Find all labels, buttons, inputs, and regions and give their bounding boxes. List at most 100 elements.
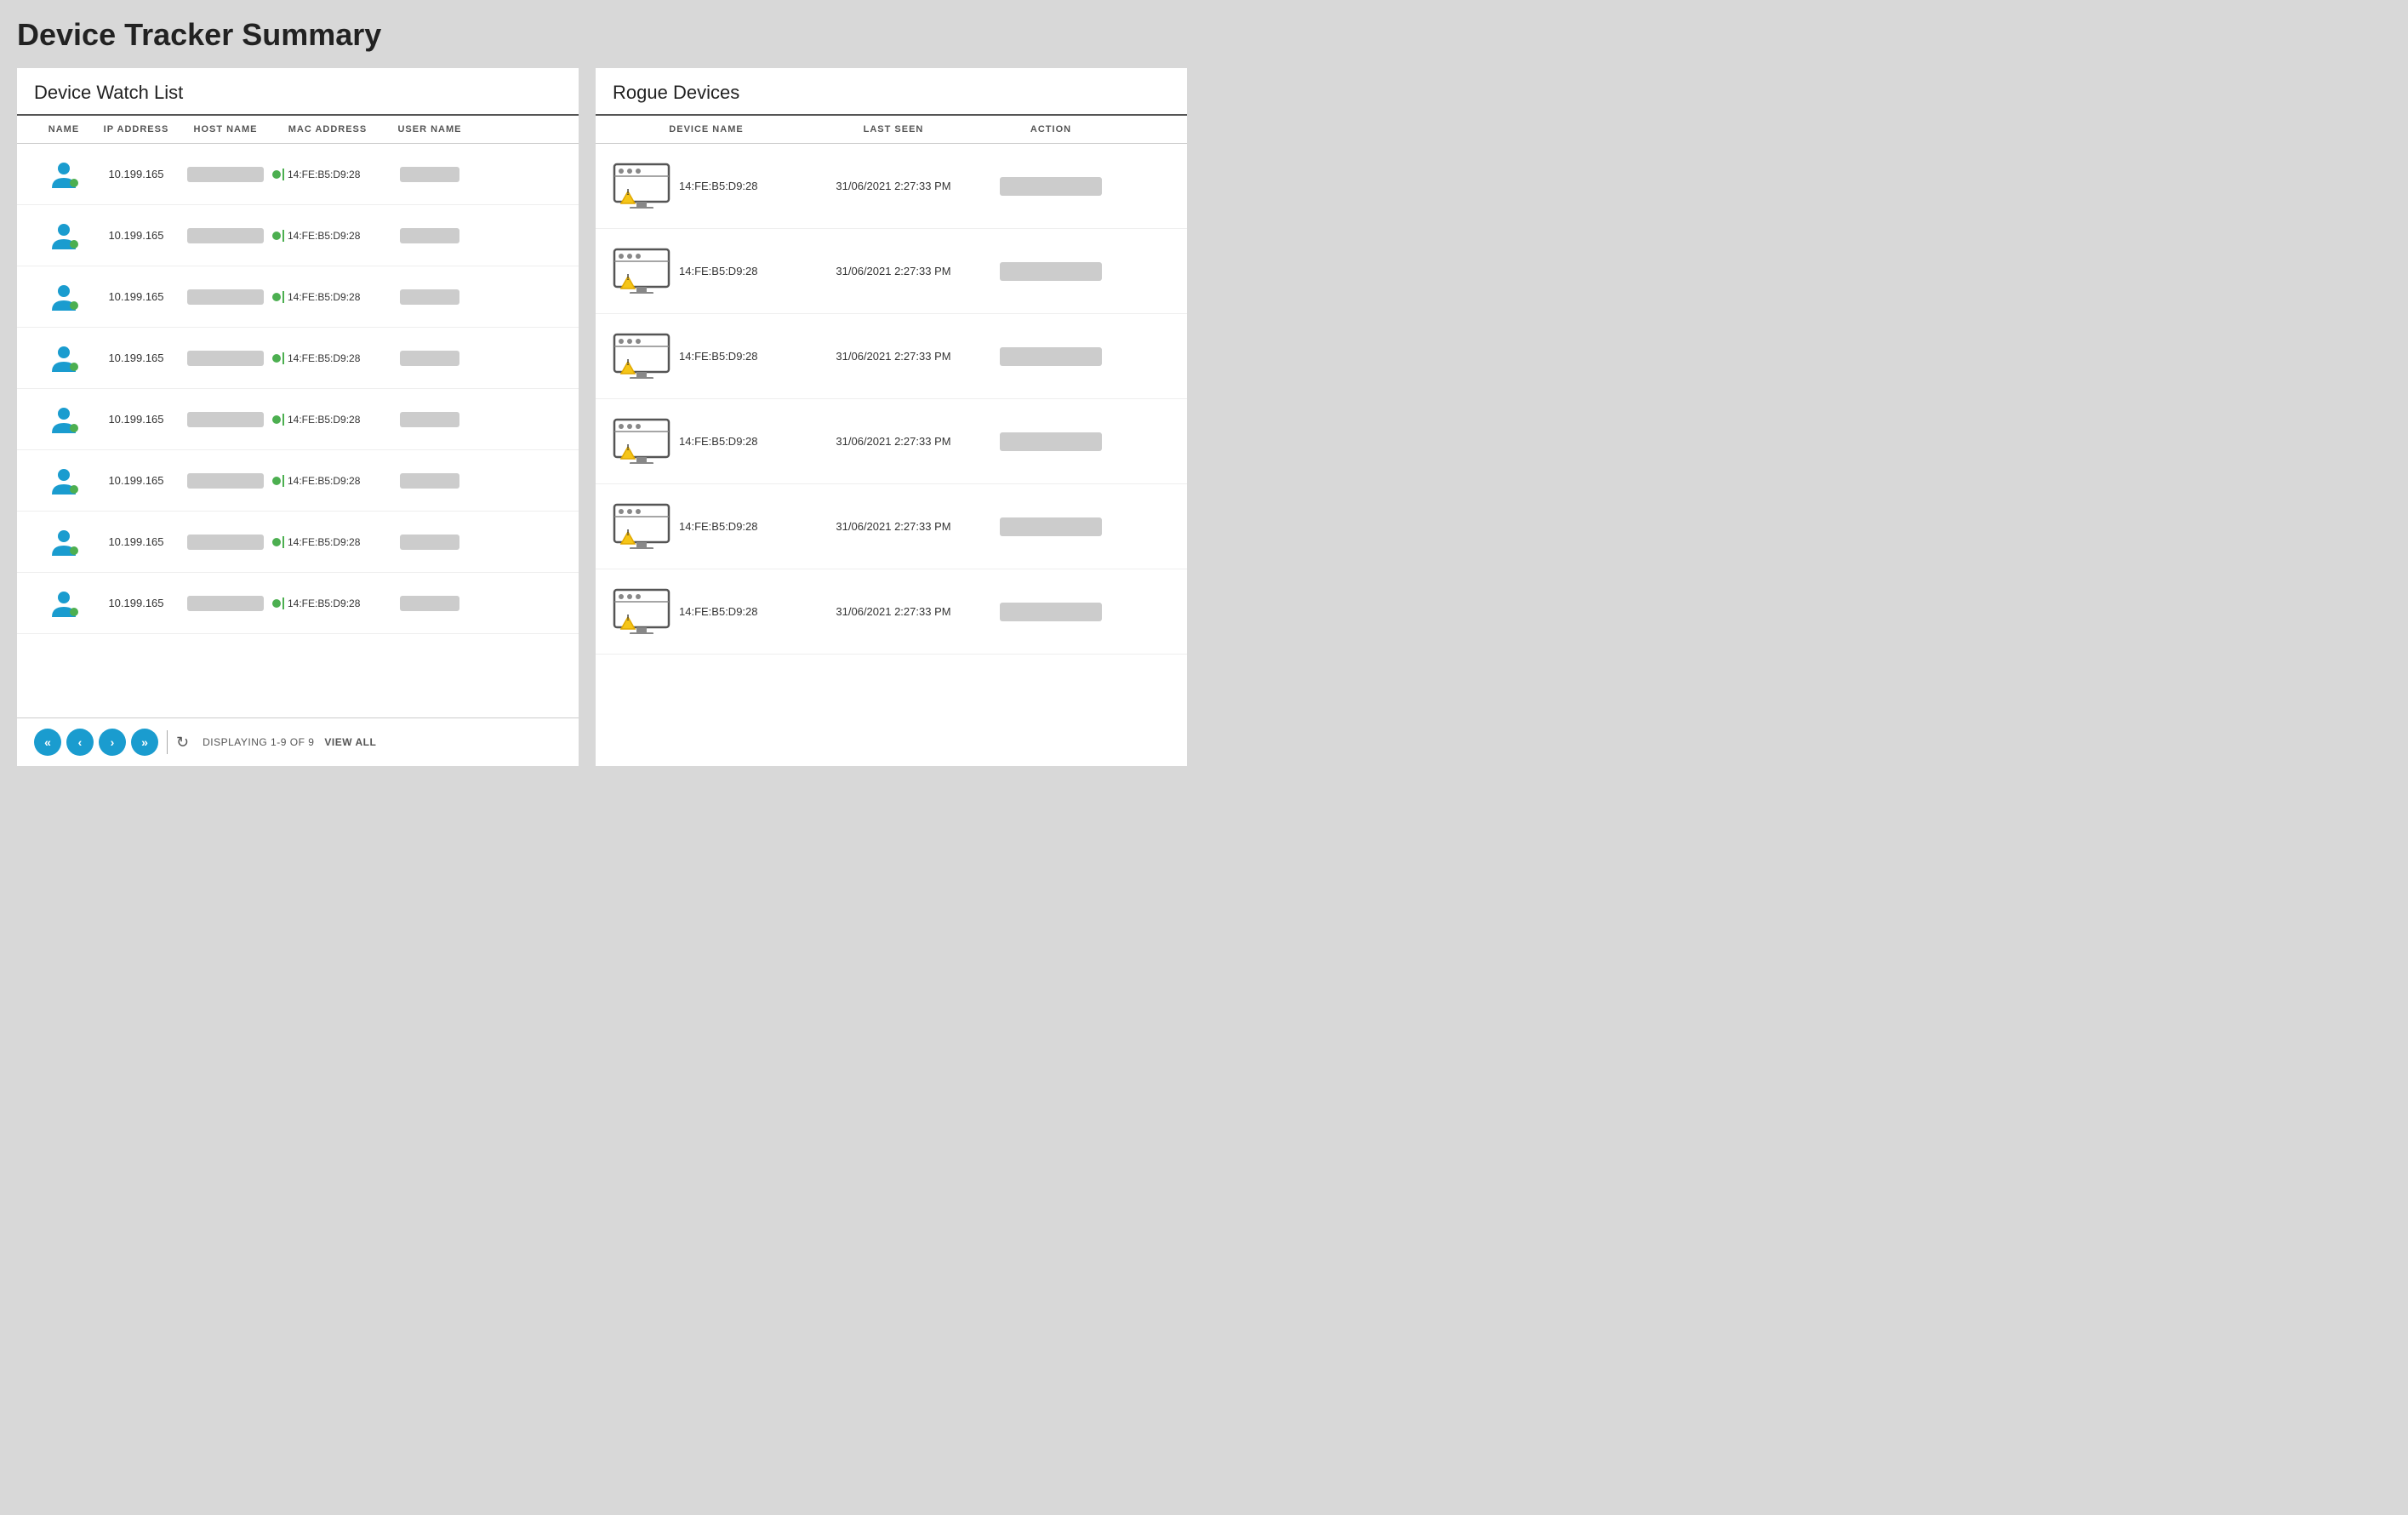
rogue-device-row: ! 14:FE:B5:D9:28 31/06/2021 2:27:33 PM [596,229,1187,314]
ip-address-cell: 10.199.165 [94,352,179,364]
page-title: Device Tracker Summary [17,17,1187,53]
action-cell [987,177,1115,196]
col-ip: IP ADDRESS [94,124,179,134]
monitor-icon: ! [613,248,670,295]
host-name-cell [179,535,272,550]
rogue-mac-text: 14:FE:B5:D9:28 [679,350,758,363]
host-name-cell [179,167,272,182]
rogue-mac-text: 14:FE:B5:D9:28 [679,180,758,192]
mac-address-cell: 14:FE:B5:D9:28 [272,169,383,180]
action-bar [1000,517,1102,536]
watch-list-header: NAME IP ADDRESS HOST NAME MAC ADDRESS US… [17,116,579,144]
user-name-cell [383,228,476,243]
host-name-cell [179,596,272,611]
ip-address-cell: 10.199.165 [94,597,179,609]
rogue-col-action: ACTION [987,124,1115,134]
last-seen-cell: 31/06/2021 2:27:33 PM [800,435,987,448]
user-icon [47,280,81,314]
col-host: HOST NAME [179,124,272,134]
user-icon [47,403,81,437]
watch-list-rows: 10.199.165 14:FE:B5:D9:28 10.199. [17,144,579,634]
rogue-device-row: ! 14:FE:B5:D9:28 31/06/2021 2:27:33 PM [596,314,1187,399]
svg-text:!: ! [626,188,629,197]
rogue-mac-text: 14:FE:B5:D9:28 [679,265,758,277]
ip-address-cell: 10.199.165 [94,168,179,180]
watch-list-row: 10.199.165 14:FE:B5:D9:28 [17,266,579,328]
mac-address-cell: 14:FE:B5:D9:28 [272,352,383,364]
monitor-svg: ! [613,248,670,294]
pagination: « ‹ › » ↻ DISPLAYING 1-9 OF 9 VIEW ALL [17,717,579,766]
last-page-button[interactable]: » [131,729,158,756]
pagination-divider [167,730,168,754]
user-name-cell [383,596,476,611]
svg-text:!: ! [626,529,629,538]
device-name-cell: ! 14:FE:B5:D9:28 [613,163,800,210]
main-content: Device Watch List NAME IP ADDRESS HOST N… [17,68,1187,766]
action-cell [987,517,1115,536]
user-icon-cell [34,464,94,498]
user-icon [47,464,81,498]
user-icon-cell [34,280,94,314]
user-icon [47,219,81,253]
action-cell [987,262,1115,281]
device-name-cell: ! 14:FE:B5:D9:28 [613,248,800,295]
rogue-devices-panel: Rogue Devices DEVICE NAME LAST SEEN ACTI… [596,68,1187,766]
ip-address-cell: 10.199.165 [94,229,179,242]
ip-address-cell: 10.199.165 [94,290,179,303]
svg-text:!: ! [626,443,629,453]
rogue-device-row: ! 14:FE:B5:D9:28 31/06/2021 2:27:33 PM [596,144,1187,229]
watch-list-title: Device Watch List [17,82,579,116]
monitor-svg: ! [613,588,670,634]
ip-address-cell: 10.199.165 [94,535,179,548]
refresh-button[interactable]: ↻ [176,734,189,752]
rogue-devices-rows: ! 14:FE:B5:D9:28 31/06/2021 2:27:33 PM [596,144,1187,655]
user-name-cell [383,351,476,366]
user-name-cell [383,289,476,305]
watch-list-row: 10.199.165 14:FE:B5:D9:28 [17,512,579,573]
user-icon-cell [34,341,94,375]
mac-address-cell: 14:FE:B5:D9:28 [272,536,383,548]
monitor-svg: ! [613,418,670,464]
svg-text:!: ! [626,358,629,368]
rogue-col-device-name: DEVICE NAME [613,124,800,134]
user-icon [47,525,81,559]
monitor-svg: ! [613,163,670,209]
prev-page-button[interactable]: ‹ [66,729,94,756]
action-bar [1000,177,1102,196]
device-name-cell: ! 14:FE:B5:D9:28 [613,418,800,466]
last-seen-cell: 31/06/2021 2:27:33 PM [800,180,987,192]
svg-text:!: ! [626,273,629,283]
action-bar [1000,262,1102,281]
host-name-cell [179,228,272,243]
monitor-svg: ! [613,503,670,549]
watch-list-row: 10.199.165 14:FE:B5:D9:28 [17,205,579,266]
monitor-icon: ! [613,588,670,636]
last-seen-cell: 31/06/2021 2:27:33 PM [800,605,987,618]
host-name-cell [179,473,272,489]
rogue-device-row: ! 14:FE:B5:D9:28 31/06/2021 2:27:33 PM [596,484,1187,569]
view-all-button[interactable]: VIEW ALL [324,736,376,748]
monitor-svg: ! [613,333,670,379]
watch-list-row: 10.199.165 14:FE:B5:D9:28 [17,328,579,389]
action-cell [987,347,1115,366]
action-bar [1000,603,1102,621]
col-user: USER NAME [383,124,476,134]
rogue-device-row: ! 14:FE:B5:D9:28 31/06/2021 2:27:33 PM [596,569,1187,655]
action-cell [987,603,1115,621]
host-name-cell [179,289,272,305]
rogue-device-row: ! 14:FE:B5:D9:28 31/06/2021 2:27:33 PM [596,399,1187,484]
monitor-icon: ! [613,333,670,380]
ip-address-cell: 10.199.165 [94,474,179,487]
user-icon-cell [34,525,94,559]
rogue-mac-text: 14:FE:B5:D9:28 [679,605,758,618]
last-seen-cell: 31/06/2021 2:27:33 PM [800,350,987,363]
col-mac: MAC ADDRESS [272,124,383,134]
first-page-button[interactable]: « [34,729,61,756]
user-icon-cell [34,157,94,192]
user-icon [47,341,81,375]
monitor-icon: ! [613,418,670,466]
rogue-mac-text: 14:FE:B5:D9:28 [679,435,758,448]
ip-address-cell: 10.199.165 [94,413,179,426]
next-page-button[interactable]: › [99,729,126,756]
host-name-cell [179,351,272,366]
